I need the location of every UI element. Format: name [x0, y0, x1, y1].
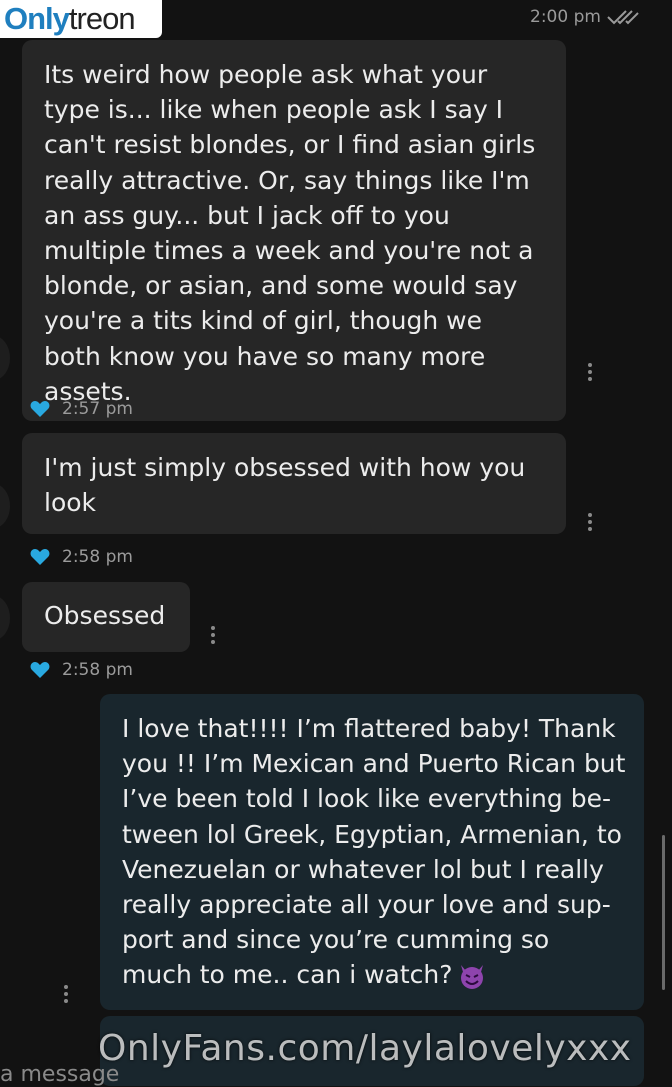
incoming-message-bubble: Obsessed — [22, 582, 190, 652]
message-text: I love that!!!! I’m flattered baby! Than… — [122, 714, 626, 990]
message-time: 2:00 pm — [530, 7, 601, 27]
onlytreon-logo: Only treon — [0, 0, 162, 38]
avatar[interactable] — [0, 596, 10, 640]
heart-icon[interactable] — [30, 661, 50, 679]
message-text: Its weird how people ask what your type … — [44, 60, 536, 406]
more-vertical-icon[interactable] — [587, 363, 593, 384]
more-vertical-icon[interactable] — [63, 985, 69, 1006]
message-text: I'm just simply obsessed with how you lo… — [44, 453, 526, 518]
scrollbar[interactable] — [662, 835, 665, 990]
message-time: 2:57 pm — [62, 399, 133, 419]
message-time: 2:58 pm — [62, 547, 133, 567]
smiling-devil-emoji — [460, 965, 483, 990]
message-meta: 2:58 pm — [30, 660, 133, 680]
message-meta: 2:57 pm — [30, 399, 133, 419]
more-vertical-icon[interactable] — [210, 626, 216, 647]
heart-icon[interactable] — [30, 400, 50, 418]
avatar[interactable] — [0, 484, 10, 528]
message-time: 2:58 pm — [62, 660, 133, 680]
message-meta: 2:58 pm — [30, 547, 133, 567]
watermark-text: OnlyFans.com/laylalovelyxxx — [98, 1028, 632, 1069]
heart-icon[interactable] — [30, 548, 50, 566]
incoming-message-bubble: I'm just simply obsessed with how you lo… — [22, 433, 566, 535]
message-text: Obsessed — [44, 601, 166, 630]
more-vertical-icon[interactable] — [587, 513, 593, 534]
outgoing-message-bubble: I love that!!!! I’m flattered baby! Than… — [100, 694, 644, 1010]
logo-part-treon: treon — [68, 1, 136, 36]
incoming-message-bubble: Its weird how people ask what your type … — [22, 40, 566, 422]
double-check-icon — [607, 10, 639, 25]
avatar[interactable] — [0, 336, 10, 380]
logo-part-only: Only — [4, 1, 70, 36]
